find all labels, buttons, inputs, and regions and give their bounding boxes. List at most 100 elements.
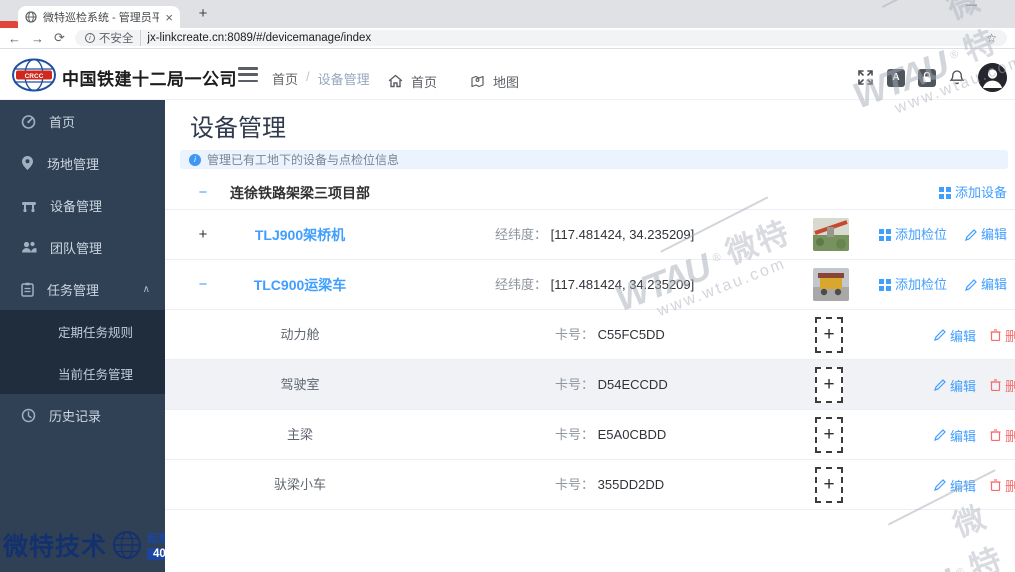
card-label: 卡号： (555, 477, 594, 492)
latlng-value: [117.481424, 34.235209] (551, 277, 695, 292)
collapse-device-toggle[interactable]: − (193, 260, 213, 310)
url-text: jx-linkcreate.cn:8089/#/devicemanage/ind… (147, 32, 371, 44)
lock-icon[interactable] (918, 69, 936, 87)
device-name-link[interactable]: TLC900运梁车 (220, 260, 380, 310)
add-device-label: 添加设备 (955, 176, 1007, 210)
checkpoint-name: 驾驶室 (220, 360, 380, 410)
expand-device-toggle[interactable]: + (193, 210, 213, 260)
info-alert: i 管理已有工地下的设备与点检位信息 (180, 150, 1008, 169)
breadcrumb-home[interactable]: 首页 (272, 69, 298, 88)
crcc-logo: CRCC (11, 58, 57, 92)
language-icon[interactable]: A (887, 69, 905, 87)
edit-checkpoint-button[interactable]: 编辑 (934, 476, 976, 495)
sidebar-item-home[interactable]: 首页 (0, 100, 165, 142)
delete-checkpoint-button[interactable]: 删除 (990, 426, 1015, 445)
add-device-button[interactable]: 添加设备 (939, 176, 1007, 210)
screen: 微特巡检系统 - 管理员平台 × + — ← → ⟳ i 不安全 jx-link… (0, 0, 1015, 572)
sidebar-item-label: 首页 (49, 112, 75, 131)
device-table: − 连徐铁路架梁三项目部 添加设备 + TLJ900架桥机 经纬度： [117.… (165, 176, 1015, 510)
sidebar-item-task-manage[interactable]: 任务管理 ∧ (0, 268, 165, 310)
security-chip[interactable]: i 不安全 (85, 30, 142, 46)
latlng-value: [117.481424, 34.235209] (551, 227, 695, 242)
delete-checkpoint-button[interactable]: 删除 (990, 326, 1015, 345)
sidebar-item-current-task-manage[interactable]: 当前任务管理 (0, 352, 165, 394)
checkpoint-row-main-girder: 主梁 卡号： E5A0CBDD + 编辑 删除 (165, 410, 1015, 460)
address-bar[interactable]: i 不安全 jx-linkcreate.cn:8089/#/devicemana… (75, 30, 1007, 46)
sidebar-item-label: 场地管理 (47, 154, 99, 173)
page-title: 设备管理 (190, 108, 286, 143)
device-crane-icon (21, 198, 37, 213)
alert-info-icon: i (189, 154, 201, 166)
browser-tabstrip: 微特巡检系统 - 管理员平台 × + — (0, 0, 1015, 28)
browser-tab[interactable]: 微特巡检系统 - 管理员平台 × (18, 6, 180, 28)
upload-photo-button[interactable]: + (815, 417, 843, 453)
project-group-name: 连徐铁路架梁三项目部 (220, 176, 380, 210)
sidebar-item-device-manage[interactable]: 设备管理 (0, 184, 165, 226)
fullscreen-icon[interactable] (857, 69, 874, 86)
breadcrumb-separator: / (306, 69, 310, 88)
delete-checkpoint-button[interactable]: 删除 (990, 476, 1015, 495)
checkpoint-name: 动力舱 (220, 310, 380, 360)
tab-title: 微特巡检系统 - 管理员平台 (43, 9, 159, 25)
edit-label: 编辑 (950, 326, 976, 345)
chevron-up-icon: ∧ (143, 284, 150, 295)
tab-home[interactable]: 首页 (388, 62, 437, 100)
edit-checkpoint-button[interactable]: 编辑 (934, 326, 976, 345)
device-photo[interactable] (813, 218, 849, 251)
security-label: 不安全 (99, 30, 134, 46)
checkpoint-row-girder-trolley: 驮梁小车 卡号： 355DD2DD + 编辑 删除 (165, 460, 1015, 510)
user-avatar[interactable] (978, 63, 1007, 92)
card-label: 卡号： (555, 377, 594, 392)
window-minimize-button[interactable]: — (966, 0, 977, 11)
card-value: C55FC5DD (598, 327, 665, 342)
edit-device-button[interactable]: 编辑 (965, 210, 1007, 260)
back-icon[interactable]: ← (8, 31, 21, 46)
task-submenu: 定期任务规则 当前任务管理 (0, 310, 165, 394)
bookmark-star-icon[interactable]: ☆ (986, 31, 997, 45)
hamburger-icon[interactable] (238, 67, 258, 82)
sidebar-item-history[interactable]: 历史记录 (0, 394, 165, 436)
add-checkpoint-label: 添加检位 (895, 210, 947, 260)
upload-photo-button[interactable]: + (815, 317, 843, 353)
info-icon: i (85, 33, 95, 43)
edit-checkpoint-button[interactable]: 编辑 (934, 376, 976, 395)
sidebar-item-periodic-task-rules[interactable]: 定期任务规则 (0, 310, 165, 352)
favicon-globe-icon (25, 11, 37, 23)
forward-icon[interactable]: → (31, 31, 44, 46)
upload-photo-button[interactable]: + (815, 367, 843, 403)
new-tab-button[interactable]: + (193, 4, 213, 24)
delete-label: 删除 (1005, 326, 1015, 345)
project-group-row: − 连徐铁路架梁三项目部 添加设备 (165, 176, 1015, 210)
alert-text: 管理已有工地下的设备与点检位信息 (207, 151, 399, 168)
device-name-link[interactable]: TLJ900架桥机 (220, 210, 380, 260)
checkpoint-row-power-cabin: 动力舱 卡号： C55FC5DD + 编辑 删除 (165, 310, 1015, 360)
breadcrumb: 首页 / 设备管理 (272, 69, 370, 88)
checkpoint-row-cab: 驾驶室 卡号： D54ECCDD + 编辑 删除 (165, 360, 1015, 410)
header-actions: A (857, 63, 1007, 92)
main-content: 设备管理 i 管理已有工地下的设备与点检位信息 − 连徐铁路架梁三项目部 添加设… (165, 100, 1015, 572)
sidebar-item-team-manage[interactable]: 团队管理 (0, 226, 165, 268)
edit-label: 编辑 (981, 210, 1007, 260)
sidebar: 首页 场地管理 设备管理 团队管理 任务管理 ∧ (0, 100, 165, 572)
bell-icon[interactable] (949, 69, 965, 86)
add-checkpoint-button[interactable]: 添加检位 (879, 260, 947, 310)
add-checkpoint-button[interactable]: 添加检位 (879, 210, 947, 260)
tab-map[interactable]: 地图 (470, 62, 519, 100)
edit-device-button[interactable]: 编辑 (965, 260, 1007, 310)
collapse-group-toggle[interactable]: − (193, 176, 213, 210)
sidebar-item-site-manage[interactable]: 场地管理 (0, 142, 165, 184)
sidebar-item-label: 历史记录 (49, 406, 101, 425)
reload-icon[interactable]: ⟳ (54, 30, 65, 46)
vendor-brand: 微特技术 (3, 527, 107, 563)
edit-label: 编辑 (950, 376, 976, 395)
device-photo[interactable] (813, 268, 849, 301)
delete-checkpoint-button[interactable]: 删除 (990, 376, 1015, 395)
upload-photo-button[interactable]: + (815, 467, 843, 503)
delete-label: 删除 (1005, 376, 1015, 395)
edit-checkpoint-button[interactable]: 编辑 (934, 426, 976, 445)
tab-close-icon[interactable]: × (165, 10, 173, 25)
tab-map-label: 地图 (493, 72, 519, 91)
breadcrumb-current: 设备管理 (318, 69, 370, 88)
dashboard-icon (21, 114, 36, 129)
company-title: 中国铁建十二局一公司 (62, 65, 237, 90)
